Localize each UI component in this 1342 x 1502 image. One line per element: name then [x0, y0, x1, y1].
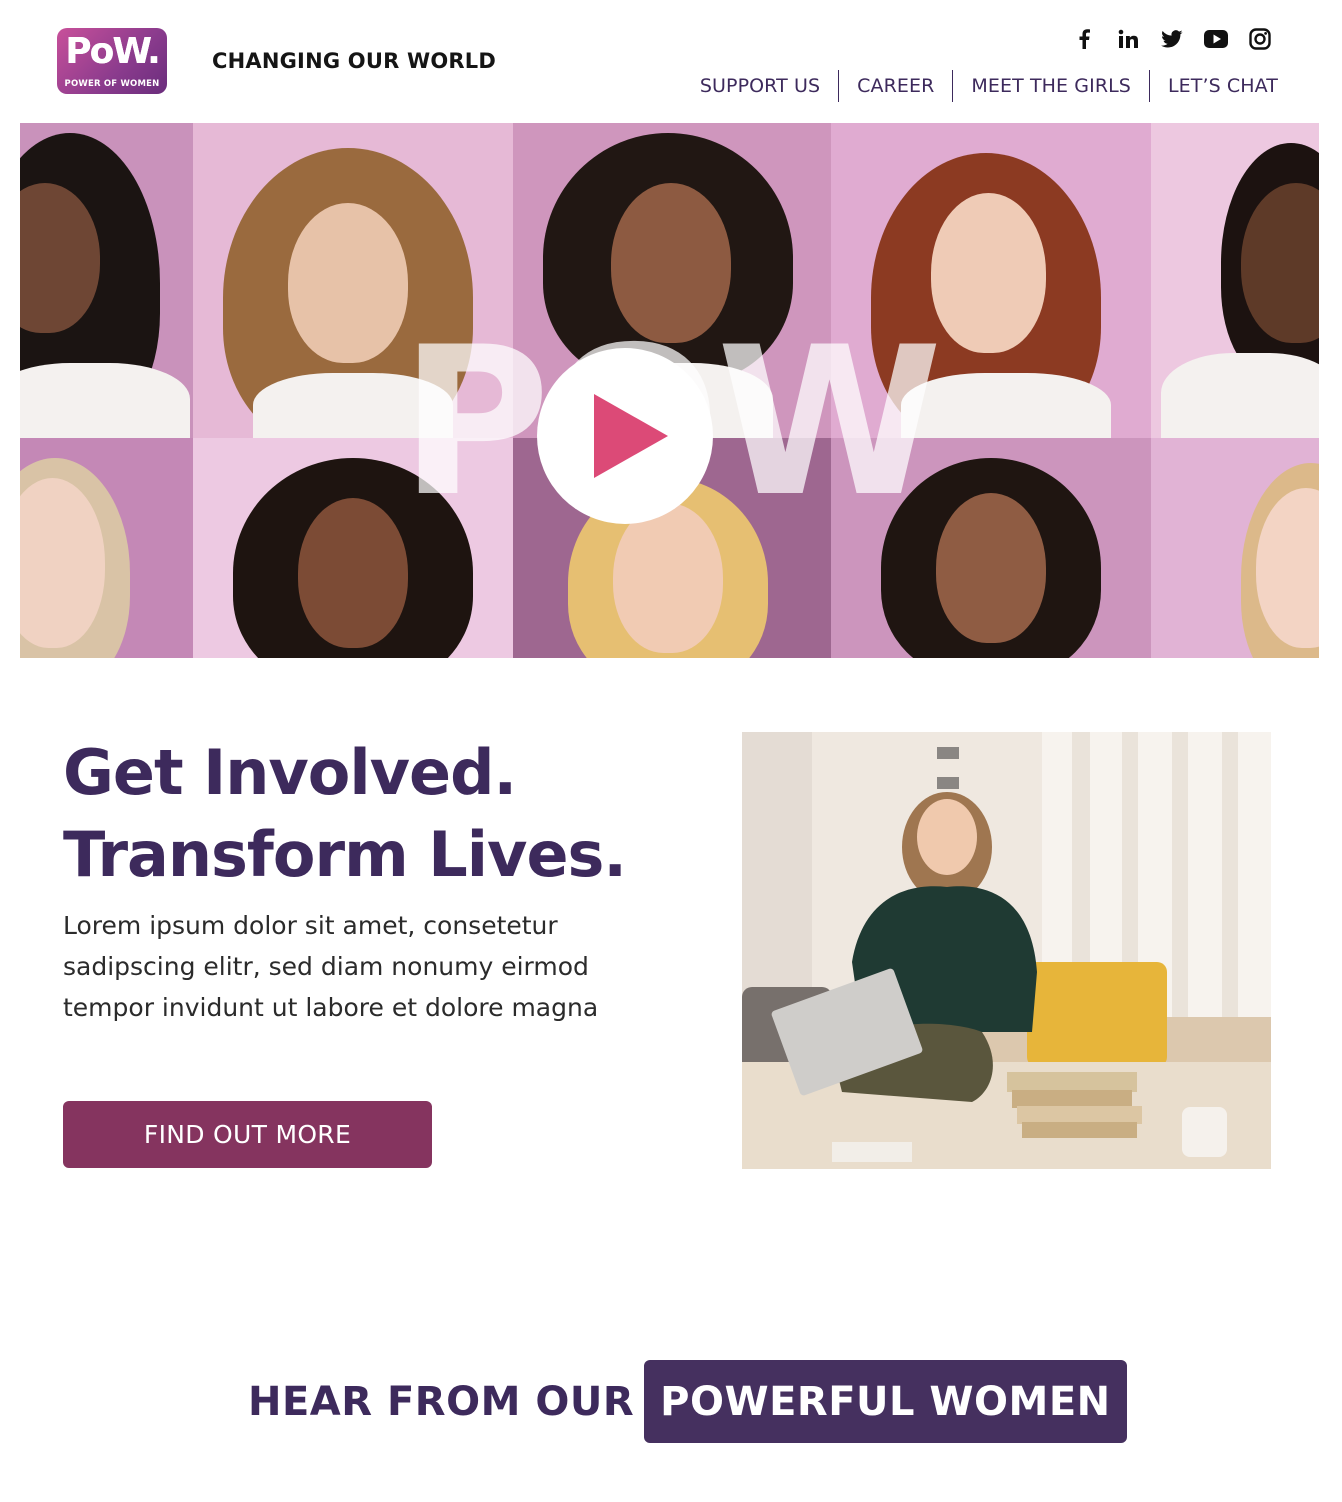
woman-laptop-photo — [742, 732, 1271, 1169]
page-headline: Get Involved. Transform Lives. — [63, 732, 627, 896]
linkedin-icon[interactable] — [1116, 27, 1140, 51]
nav-support-us[interactable]: SUPPORT US — [700, 70, 838, 102]
site-header: PoW. POWER OF WOMEN CHANGING OUR WORLD S… — [0, 0, 1342, 122]
portrait-tile — [1151, 438, 1319, 658]
intro-paragraph: Lorem ipsum dolor sit amet, consetetur s… — [63, 905, 683, 1028]
nav-career[interactable]: CAREER — [839, 70, 952, 102]
social-links — [1072, 27, 1272, 51]
testimonials-heading-highlight: POWERFUL WOMEN — [644, 1360, 1127, 1443]
portrait-tile — [1151, 123, 1319, 438]
portrait-tile — [20, 123, 193, 438]
youtube-icon[interactable] — [1204, 27, 1228, 51]
nav-lets-chat[interactable]: LET’S CHAT — [1150, 70, 1278, 102]
nav-meet-the-girls[interactable]: MEET THE GIRLS — [953, 70, 1149, 102]
intro-line-2: sadipscing elitr, sed diam nonumy eirmod — [63, 952, 589, 981]
site-tagline: CHANGING OUR WORLD — [212, 49, 496, 73]
play-button[interactable] — [537, 348, 713, 524]
intro-line-3: tempor invidunt ut labore et dolore magn… — [63, 993, 599, 1022]
logo-subtitle: POWER OF WOMEN — [64, 79, 160, 89]
main-nav: SUPPORT US CAREER MEET THE GIRLS LET’S C… — [700, 70, 1278, 102]
pow-logo[interactable]: PoW. POWER OF WOMEN — [57, 28, 167, 94]
twitter-icon[interactable] — [1160, 27, 1184, 51]
testimonials-heading: HEAR FROM OUR POWERFUL WOMEN — [248, 1360, 1127, 1443]
testimonials-heading-plain: HEAR FROM OUR — [248, 1378, 635, 1425]
headline-line-2: Transform Lives. — [63, 818, 627, 891]
intro-line-1: Lorem ipsum dolor sit amet, consetetur — [63, 911, 558, 940]
headline-line-1: Get Involved. — [63, 736, 517, 809]
portrait-tile — [20, 438, 193, 658]
hero-video-banner[interactable]: POW — [20, 123, 1319, 658]
instagram-icon[interactable] — [1248, 27, 1272, 51]
facebook-icon[interactable] — [1072, 27, 1096, 51]
logo-mark: PoW. — [65, 31, 161, 72]
find-out-more-button[interactable]: FIND OUT MORE — [63, 1101, 432, 1168]
play-icon — [594, 394, 668, 478]
